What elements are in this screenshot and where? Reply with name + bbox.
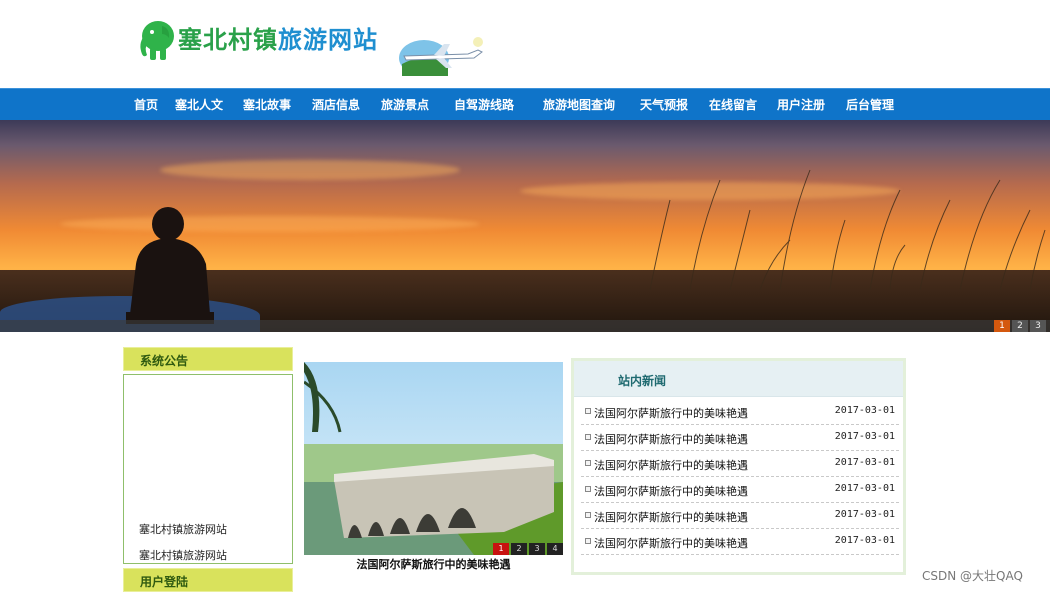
banner-pager-bar: [0, 320, 1050, 332]
news-item-title: 法国阿尔萨斯旅行中的美味艳遇: [594, 459, 748, 472]
news-header: 站内新闻: [574, 361, 903, 397]
slideshow-pager: 1 2 3 4: [493, 543, 563, 555]
bullet-icon: [585, 408, 591, 414]
hero-banner[interactable]: 1 2 3: [0, 120, 1050, 332]
announcement-box: 塞北村镇旅游网站 塞北村镇旅游网站: [123, 374, 293, 564]
bridge-photo: [304, 362, 563, 555]
news-item-date: 2017-03-01: [834, 431, 895, 442]
nav-item-admin[interactable]: 后台管理: [846, 89, 894, 121]
news-item-title: 法国阿尔萨斯旅行中的美味艳遇: [594, 433, 748, 446]
login-header: 用户登陆: [123, 568, 293, 592]
nav-item-culture[interactable]: 塞北人文: [175, 89, 223, 121]
nav-item-messages[interactable]: 在线留言: [709, 89, 757, 121]
news-item[interactable]: 法国阿尔萨斯旅行中的美味艳遇 2017-03-01: [581, 477, 899, 503]
banner-cloud: [160, 160, 460, 180]
news-item[interactable]: 法国阿尔萨斯旅行中的美味艳遇 2017-03-01: [581, 451, 899, 477]
bullet-icon: [585, 486, 591, 492]
news-item[interactable]: 法国阿尔萨斯旅行中的美味艳遇 2017-03-01: [581, 503, 899, 529]
site-news-panel: 站内新闻 法国阿尔萨斯旅行中的美味艳遇 2017-03-01 法国阿尔萨斯旅行中…: [571, 358, 906, 575]
news-item-date: 2017-03-01: [834, 405, 895, 416]
main-nav: 首页 塞北人文 塞北故事 酒店信息 旅游景点 自驾游线路 旅游地图查询 天气预报…: [0, 88, 1050, 120]
banner-page-3[interactable]: 3: [1030, 320, 1046, 332]
bullet-icon: [585, 460, 591, 466]
nav-item-stories[interactable]: 塞北故事: [243, 89, 291, 121]
bullet-icon: [585, 512, 591, 518]
news-item-title: 法国阿尔萨斯旅行中的美味艳遇: [594, 407, 748, 420]
announcement-title: 系统公告: [140, 354, 189, 368]
elephant-logo-icon[interactable]: [136, 18, 176, 64]
announcement-header: 系统公告: [123, 347, 293, 371]
news-item-date: 2017-03-01: [834, 457, 895, 468]
nav-item-register[interactable]: 用户注册: [777, 89, 825, 121]
announcement-link[interactable]: 塞北村镇旅游网站: [139, 547, 227, 563]
news-item[interactable]: 法国阿尔萨斯旅行中的美味艳遇 2017-03-01: [581, 425, 899, 451]
news-item-date: 2017-03-01: [834, 535, 895, 546]
silhouette-person: [126, 207, 214, 324]
news-item[interactable]: 法国阿尔萨斯旅行中的美味艳遇 2017-03-01: [581, 529, 899, 555]
nav-item-home[interactable]: 首页: [134, 89, 158, 121]
news-item[interactable]: 法国阿尔萨斯旅行中的美味艳遇 2017-03-01: [581, 399, 899, 425]
site-title-part1: 塞北村镇: [178, 26, 278, 54]
banner-page-1[interactable]: 1: [994, 320, 1010, 332]
nav-item-map-search[interactable]: 旅游地图查询: [543, 89, 615, 121]
csdn-watermark: CSDN @大壮QAQ: [922, 569, 1023, 583]
login-title: 用户登陆: [140, 575, 189, 589]
nav-item-weather[interactable]: 天气预报: [640, 89, 688, 121]
site-header: 塞北村镇旅游网站: [0, 0, 1050, 88]
banner-grass: [649, 169, 1046, 290]
banner-page-2[interactable]: 2: [1012, 320, 1028, 332]
slideshow-page-1[interactable]: 1: [493, 543, 509, 555]
slideshow-page-3[interactable]: 3: [529, 543, 545, 555]
news-item-date: 2017-03-01: [834, 483, 895, 494]
bullet-icon: [585, 538, 591, 544]
photo-slideshow[interactable]: 1 2 3 4: [304, 362, 563, 555]
news-item-date: 2017-03-01: [834, 509, 895, 520]
nav-item-hotels[interactable]: 酒店信息: [312, 89, 360, 121]
news-item-title: 法国阿尔萨斯旅行中的美味艳遇: [594, 511, 748, 524]
banner-cloud: [60, 216, 480, 232]
slideshow-page-4[interactable]: 4: [547, 543, 563, 555]
banner-pager: 1 2 3: [994, 320, 1046, 332]
announcement-link[interactable]: 塞北村镇旅游网站: [139, 521, 227, 537]
site-title[interactable]: 塞北村镇旅游网站: [178, 20, 378, 55]
news-item-title: 法国阿尔萨斯旅行中的美味艳遇: [594, 485, 748, 498]
nav-item-attractions[interactable]: 旅游景点: [381, 89, 429, 121]
airplane-logo-icon: [399, 37, 483, 76]
news-item-title: 法国阿尔萨斯旅行中的美味艳遇: [594, 537, 748, 550]
bullet-icon: [585, 434, 591, 440]
slideshow-caption[interactable]: 法国阿尔萨斯旅行中的美味艳遇: [304, 556, 563, 572]
nav-item-driving-routes[interactable]: 自驾游线路: [454, 89, 514, 121]
news-title: 站内新闻: [618, 374, 667, 388]
site-title-part2: 旅游网站: [278, 26, 378, 54]
slideshow-page-2[interactable]: 2: [511, 543, 527, 555]
